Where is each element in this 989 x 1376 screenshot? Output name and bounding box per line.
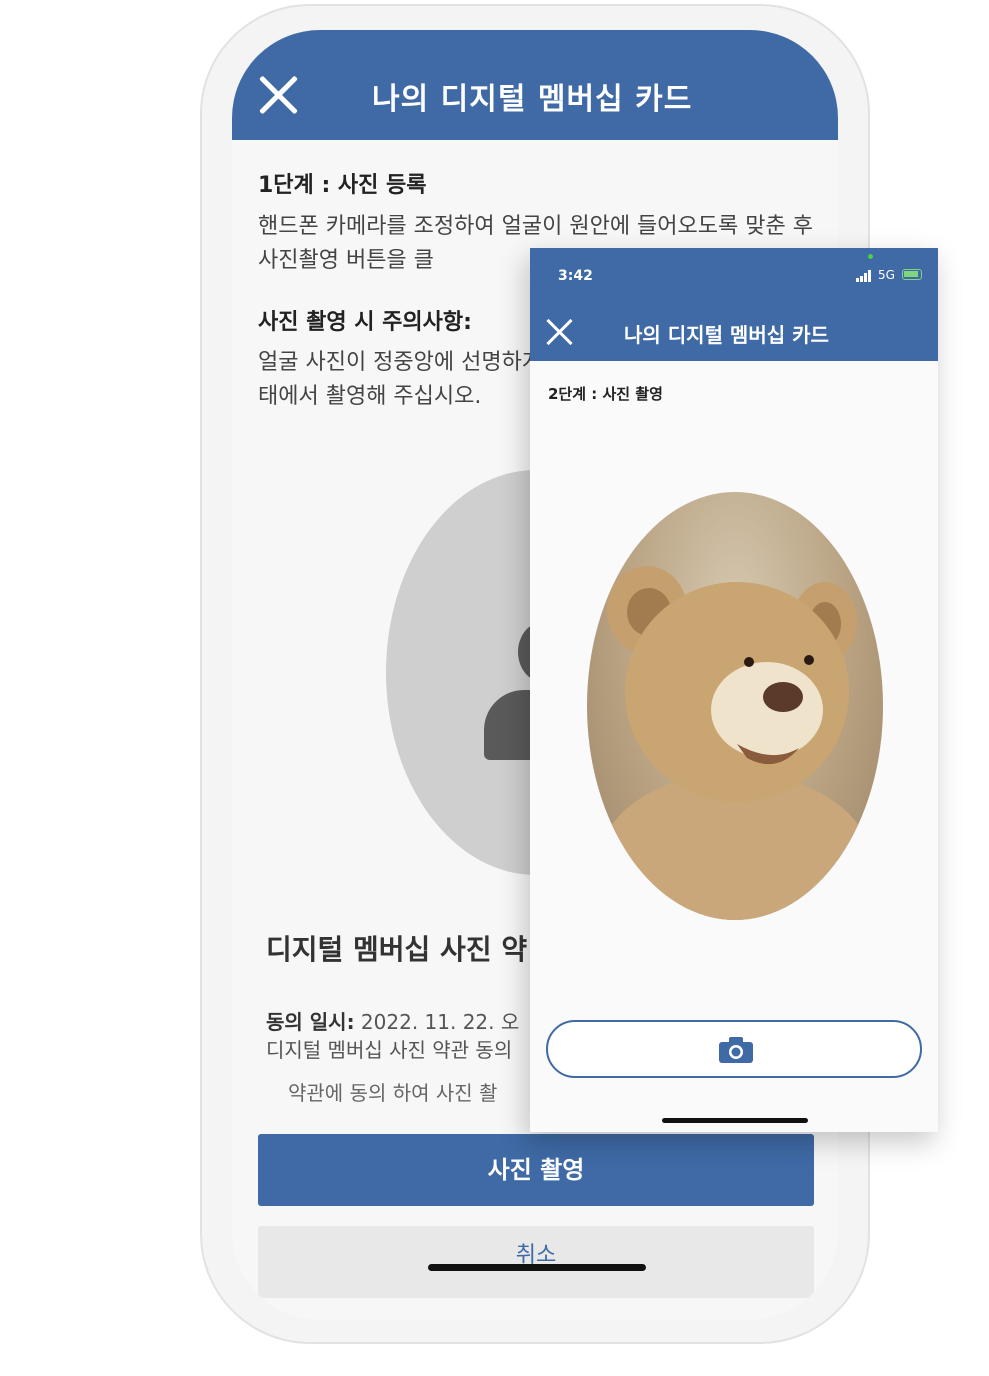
camera-icon: [719, 1037, 753, 1063]
home-indicator: [662, 1118, 808, 1123]
consent-date-value: 2022. 11. 22. 오: [360, 1010, 520, 1034]
battery-icon: [902, 269, 922, 280]
signal-icon: [856, 270, 874, 282]
front-header: 3:42 5G 나의 디지털 멤버십 카드: [530, 248, 938, 361]
camera-preview: [587, 492, 883, 920]
close-icon[interactable]: [256, 72, 300, 116]
home-indicator: [428, 1264, 646, 1271]
capture-button[interactable]: [546, 1020, 922, 1078]
back-header: 나의 디지털 멤버십 카드: [232, 30, 838, 140]
front-step-title: 2단계 : 사진 촬영: [548, 385, 663, 403]
front-header-title: 나의 디지털 멤버십 카드: [624, 323, 829, 347]
privacy-indicator-icon: [868, 254, 873, 259]
consent-note: 약관에 동의 하여 사진 촬: [288, 1081, 498, 1105]
notice-title: 사진 촬영 시 주의사항:: [258, 310, 472, 335]
teddy-bear-image: [595, 566, 875, 920]
cancel-button[interactable]: 취소: [258, 1226, 814, 1298]
consent-title: 디지털 멤버십 사진 약: [266, 933, 528, 966]
front-screen: 3:42 5G 나의 디지털 멤버십 카드 2단계 : 사진 촬영: [530, 248, 938, 1132]
front-close-icon[interactable]: [546, 318, 574, 346]
network-label: 5G: [878, 268, 895, 282]
consent-date: 동의 일시: 2022. 11. 22. 오: [266, 1006, 519, 1035]
back-header-title: 나의 디지털 멤버십 카드: [372, 82, 693, 117]
consent-date-label: 동의 일시:: [266, 1010, 355, 1034]
status-time: 3:42: [558, 268, 593, 284]
step-title: 1단계 : 사진 등록: [258, 173, 427, 198]
consent-text: 디지털 멤버십 사진 약관 동의: [266, 1038, 513, 1062]
take-photo-button[interactable]: 사진 촬영: [258, 1134, 814, 1206]
